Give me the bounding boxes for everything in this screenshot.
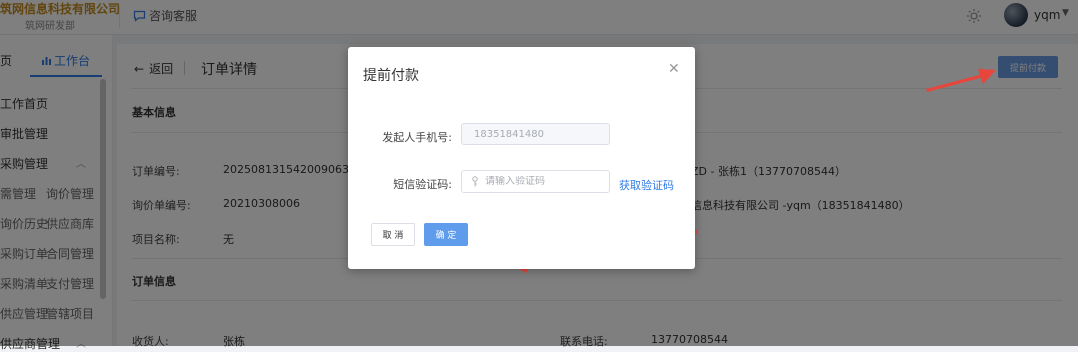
confirm-button[interactable]: 确 定 xyxy=(424,223,468,246)
phone-field: 18351841480 xyxy=(461,123,610,145)
key-icon xyxy=(472,176,478,187)
cancel-button[interactable]: 取 消 xyxy=(371,223,415,246)
arrow-to-prepay xyxy=(926,69,996,92)
code-field[interactable] xyxy=(461,170,610,193)
get-code-link[interactable]: 获取验证码 xyxy=(619,177,674,193)
prepay-dialog: 提前付款 ✕ 发起人手机号: 18351841480 短信验证码: 获取验证码 … xyxy=(348,47,695,269)
code-input[interactable] xyxy=(485,176,600,187)
close-icon[interactable]: ✕ xyxy=(668,61,680,77)
phone-label: 发起人手机号: xyxy=(382,131,452,144)
code-label: 短信验证码: xyxy=(393,178,452,191)
dialog-title: 提前付款 xyxy=(363,68,419,84)
